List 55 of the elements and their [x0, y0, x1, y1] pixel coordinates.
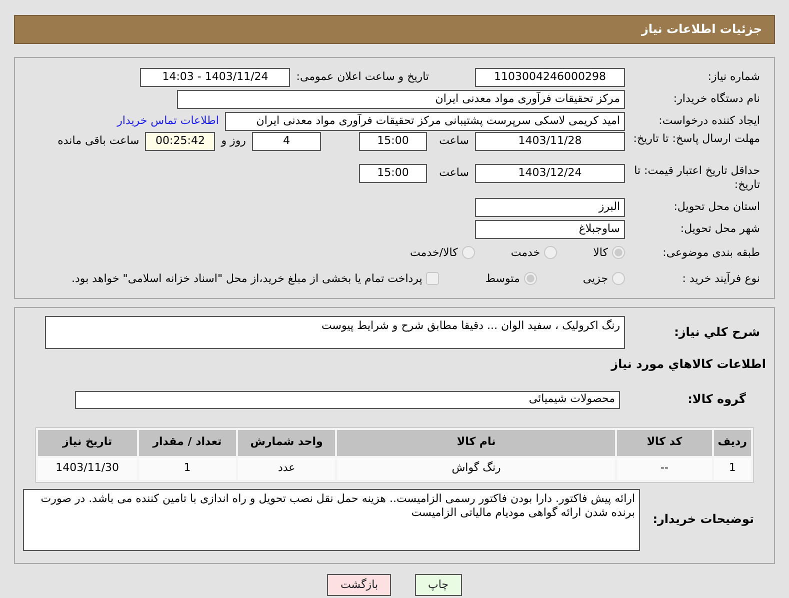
column-header: تعداد / مقدار [138, 430, 236, 456]
option-label: خدمت [510, 246, 540, 260]
section-heading: اطلاعات کالاهاي مورد نياز [610, 357, 766, 373]
field-label: شرح کلي نياز: [673, 324, 761, 340]
column-header: تاریخ نیاز [38, 430, 137, 456]
field-label: ساعت [438, 133, 469, 148]
table-cell: 1 [138, 458, 236, 480]
field-value: مرکز تحقیقات فرآوری مواد معدنی ایران [177, 90, 625, 108]
option-label: متوسط [485, 272, 520, 286]
field-label: ایجاد کننده درخواست: [658, 114, 761, 128]
field-label: شهر محل تحویل: [679, 222, 761, 236]
field-value: 15:00 [359, 132, 427, 151]
print-button[interactable]: چاپ [415, 574, 462, 596]
field-label: نام دستگاه خریدار: [672, 92, 761, 106]
table-cell: عدد [238, 458, 336, 480]
back-button[interactable]: بازگشت [327, 574, 392, 596]
field-value: 1403/11/28 [475, 132, 625, 151]
field-label: استان محل تحویل: [672, 200, 761, 214]
option-label: جزیی [582, 272, 608, 286]
field-label: حداقل تاریخ اعتبار قیمت: تا تاریخ: [633, 164, 761, 193]
table-cell: -- [617, 458, 712, 480]
field-value: محصولات شیمیائی [75, 390, 620, 409]
table-cell: رنگ گواش [337, 458, 616, 480]
field-label: نوع فرآیند خرید : [681, 272, 761, 286]
field-value: ساوجبلاغ [475, 220, 625, 238]
column-header: کد کالا [617, 430, 712, 456]
column-header: نام کالا [337, 430, 616, 456]
field-label: ساعت [438, 165, 469, 180]
field-label: ساعت باقی مانده [58, 133, 140, 148]
table-cell: 1 [714, 458, 751, 480]
field-label: روز و [221, 133, 246, 148]
field-value: 1403/12/24 [475, 164, 625, 183]
countdown-field: 00:25:42 [145, 132, 216, 151]
contact-link[interactable]: اطلاعات تماس خریدار [117, 114, 219, 128]
field-value: امید کریمی لاسکی سرپرست پشتیبانی مرکز تحقیقات فرآوری مواد معدنی ایران [225, 112, 625, 130]
field-value: 1403/11/24 - 14:03 [140, 68, 290, 86]
field-label: تاریخ و ساعت اعلان عمومی: [296, 70, 429, 84]
option-label: کالا [593, 246, 608, 260]
field-value: 4 [252, 132, 321, 151]
field-label: توضیحات خریدار: [652, 512, 755, 528]
notes-field: ارائه پیش فاکتور. دارا بودن فاکتور رسمی الزامیست.. هزینه حمل نقل نصب تحویل و راه اندازی با تامین کننده می باشد. در صورت برنده شدن ارائه گواهی مودیام مالیاتی الزامیست [23, 488, 640, 551]
field-value: 15:00 [359, 164, 427, 183]
field-value: البرز [475, 198, 625, 216]
field-value: 1103004246000298 [475, 68, 625, 86]
column-header: ردیف [714, 430, 751, 456]
option-label: کالا/خدمت [410, 246, 458, 260]
field-label: طبقه بندی موضوعی: [662, 246, 761, 260]
table-cell: 1403/11/30 [38, 458, 137, 480]
column-header: واحد شمارش [238, 430, 336, 456]
description-field: رنگ اکرولیک ، سفید الوان ... دقیقا مطابق شرح و شرایط پیوست [45, 316, 625, 349]
page-title: جزئیات اطلاعات نیاز [14, 15, 775, 44]
field-label: گروه کالا: [686, 392, 747, 408]
field-label: مهلت ارسال پاسخ: تا تاریخ: [632, 132, 761, 146]
field-label: شماره نیاز: [706, 70, 761, 84]
option-label: پرداخت تمام یا بخشی از مبلغ خرید،از محل "اسناد خزانه اسلامی" خواهد بود. [72, 272, 422, 286]
